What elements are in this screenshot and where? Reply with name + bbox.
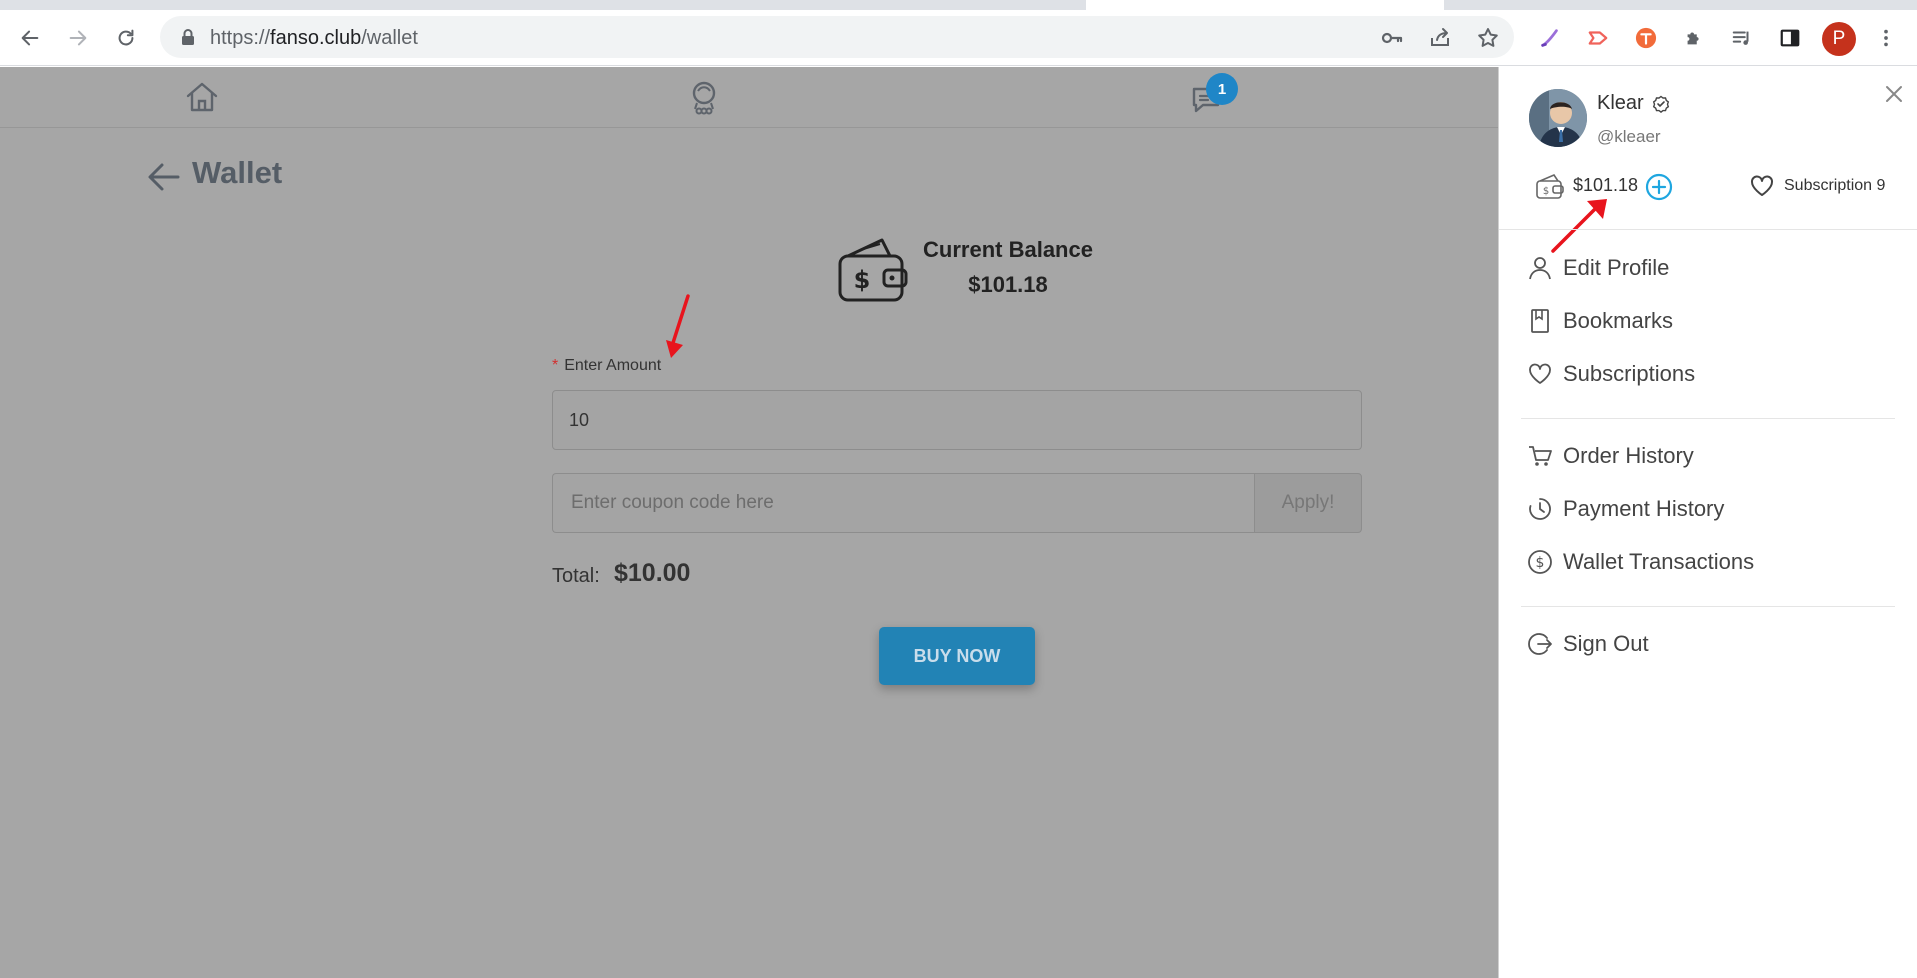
share-icon[interactable] (1428, 26, 1452, 50)
home-icon[interactable] (182, 77, 222, 117)
reload-icon[interactable] (112, 24, 140, 52)
top-nav: 1 (0, 67, 1500, 128)
browser-toolbar: https://fanso.club/wallet P (0, 10, 1917, 66)
amount-input[interactable] (552, 390, 1362, 450)
verified-icon (1652, 95, 1669, 113)
back-arrow-icon[interactable] (146, 160, 182, 194)
forward-icon[interactable] (64, 24, 92, 52)
buy-now-button[interactable]: BUY NOW (879, 627, 1035, 685)
svg-text:$: $ (1536, 555, 1545, 571)
creator-icon[interactable] (684, 77, 724, 117)
inactive-tab[interactable] (0, 0, 1084, 10)
divider (1521, 606, 1895, 607)
menu-label: Bookmarks (1563, 308, 1674, 333)
address-bar[interactable]: https://fanso.club/wallet (160, 16, 1514, 58)
close-icon[interactable] (1881, 81, 1907, 107)
coupon-input[interactable] (552, 473, 1254, 533)
annotation-arrow (1551, 199, 1607, 253)
enter-amount-text: Enter Amount (564, 357, 662, 374)
url-host: fanso.club (270, 27, 362, 49)
translate-extension-icon[interactable] (1632, 24, 1660, 52)
lock-icon[interactable] (180, 28, 196, 46)
avatar[interactable] (1529, 89, 1587, 147)
pen-extension-icon[interactable] (1536, 24, 1564, 52)
url-scheme: https:// (210, 27, 271, 49)
side-panel-icon[interactable] (1776, 24, 1804, 52)
media-control-icon[interactable] (1728, 24, 1756, 52)
star-icon[interactable] (1476, 26, 1500, 50)
heart-icon (1529, 363, 1551, 384)
menu-order-history[interactable]: Order History (1527, 438, 1694, 474)
user-icon (1529, 257, 1551, 280)
menu-wallet-transactions[interactable]: $ Wallet Transactions (1527, 544, 1754, 580)
divider (1499, 229, 1917, 230)
annotation-arrow (666, 294, 690, 358)
key-icon[interactable] (1380, 26, 1404, 50)
required-asterisk: * (552, 357, 559, 374)
menu-subscriptions[interactable]: Subscriptions (1527, 356, 1695, 392)
user-name[interactable]: Klear (1597, 92, 1670, 115)
total-label: Total: (552, 565, 600, 587)
drawer-wallet-balance: $101.18 (1573, 175, 1639, 195)
video-extension-icon[interactable] (1584, 24, 1612, 52)
user-handle: @kleaer (1597, 127, 1661, 146)
add-funds-icon[interactable] (1645, 173, 1673, 201)
bookmark-icon (1531, 309, 1549, 333)
url-path: /wallet (361, 27, 418, 49)
tab-strip (0, 0, 1917, 14)
cart-icon (1529, 446, 1552, 466)
sign-out-icon (1528, 633, 1552, 655)
svg-text:$: $ (854, 266, 871, 294)
divider (1521, 418, 1895, 419)
extensions-puzzle-icon[interactable] (1680, 24, 1708, 52)
message-count-badge: 1 (1206, 73, 1238, 105)
menu-sign-out[interactable]: Sign Out (1527, 626, 1649, 662)
user-name-text: Klear (1597, 92, 1644, 114)
back-icon[interactable] (16, 24, 44, 52)
menu-label: Subscriptions (1563, 361, 1696, 386)
browser-profile-avatar[interactable]: P (1822, 22, 1856, 56)
menu-label: Wallet Transactions (1563, 549, 1755, 574)
enter-amount-label: * Enter Amount (552, 357, 661, 375)
total-value: $10.00 (614, 559, 691, 587)
user-drawer: Klear @kleaer $ $101.18 Subscription 9 E… (1498, 67, 1917, 978)
menu-edit-profile[interactable]: Edit Profile (1527, 250, 1669, 286)
subscription-count[interactable]: Subscription 9 (1784, 177, 1885, 195)
dollar-circle-icon: $ (1528, 550, 1552, 574)
current-balance-label: Current Balance (923, 237, 1093, 262)
menu-label: Edit Profile (1563, 255, 1670, 280)
url-text[interactable]: https://fanso.club/wallet (210, 27, 418, 50)
apply-coupon-button[interactable]: Apply! (1254, 473, 1362, 533)
menu-bookmarks[interactable]: Bookmarks (1527, 303, 1673, 339)
menu-label: Payment History (1563, 496, 1725, 521)
page-title: Wallet (192, 155, 283, 190)
current-balance-value: $101.18 (968, 272, 1048, 297)
menu-payment-history[interactable]: Payment History (1527, 491, 1724, 527)
kebab-menu-icon[interactable] (1872, 24, 1900, 52)
history-icon (1529, 498, 1551, 520)
menu-label: Order History (1563, 443, 1694, 468)
menu-label: Sign Out (1563, 631, 1649, 656)
heart-icon[interactable] (1749, 173, 1775, 199)
